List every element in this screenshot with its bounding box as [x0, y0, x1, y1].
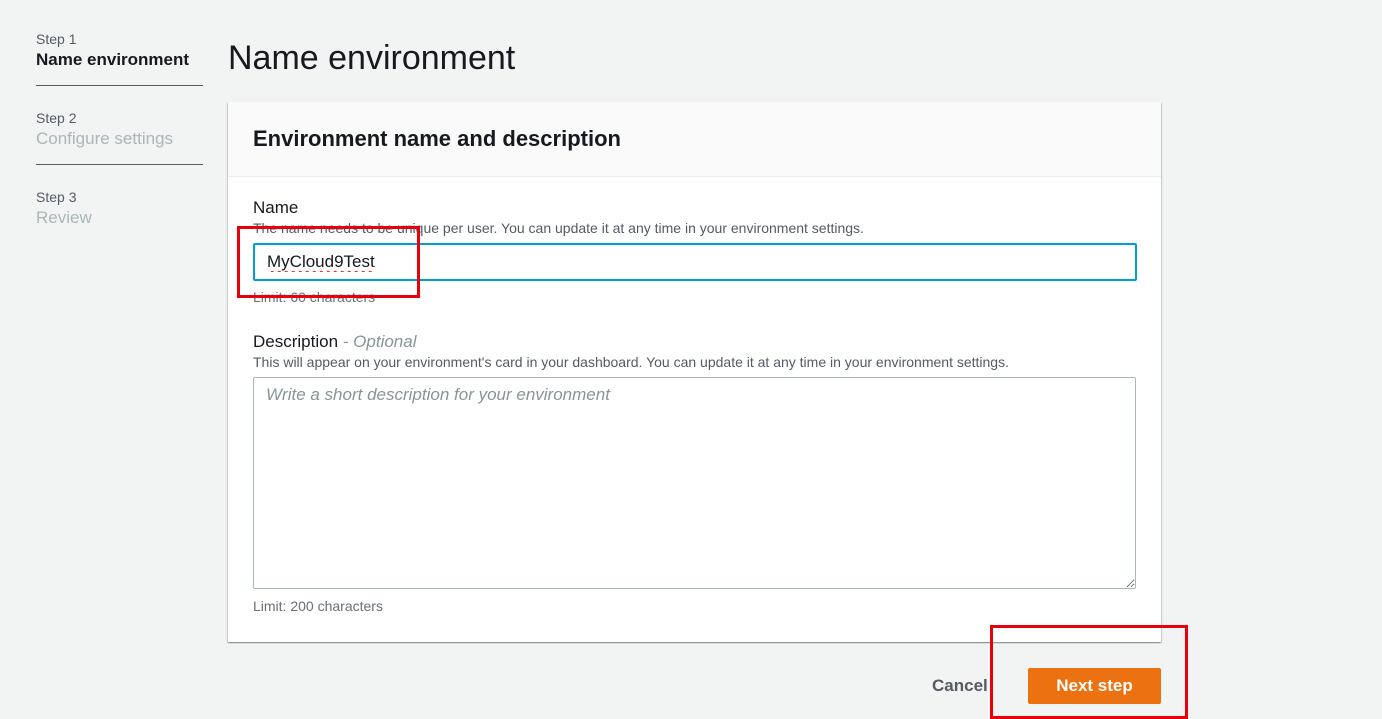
- name-limit-hint: Limit: 60 characters: [253, 289, 376, 305]
- wizard-steps-nav: Step 1 Name environment Step 2 Configure…: [36, 30, 203, 266]
- name-label: Name: [253, 198, 299, 217]
- optional-tag: - Optional: [342, 332, 417, 351]
- description-limit-hint: Limit: 200 characters: [253, 598, 383, 614]
- cancel-button[interactable]: Cancel: [918, 670, 1002, 702]
- step-number: Step 3: [36, 189, 77, 205]
- wizard-step-1: Step 1 Name environment: [36, 30, 203, 86]
- card-title: Environment name and description: [253, 126, 621, 151]
- description-textarea[interactable]: [253, 377, 1136, 589]
- wizard-step-3[interactable]: Step 3 Review: [36, 188, 203, 243]
- description-label-row: Description - Optional: [253, 331, 1136, 353]
- card-body: Name The name needs to be unique per use…: [228, 177, 1161, 615]
- name-form-field: Name The name needs to be unique per use…: [253, 197, 1137, 306]
- step-title: Review: [36, 208, 92, 227]
- step-number: Step 1: [36, 31, 77, 47]
- wizard-step-2[interactable]: Step 2 Configure settings: [36, 109, 203, 165]
- description-form-field: Description - Optional This will appear …: [253, 331, 1136, 615]
- next-step-button[interactable]: Next step: [1028, 668, 1161, 704]
- page-title: Name environment: [228, 39, 516, 77]
- name-description: The name needs to be unique per user. Yo…: [253, 220, 864, 236]
- name-input[interactable]: [253, 243, 1137, 281]
- step-title: Configure settings: [36, 129, 174, 148]
- step-number: Step 2: [36, 110, 77, 126]
- description-help-text: This will appear on your environment's c…: [253, 354, 1009, 370]
- step-title: Name environment: [36, 50, 190, 69]
- environment-details-card: Environment name and description Name Th…: [228, 102, 1161, 642]
- card-header: Environment name and description: [228, 102, 1161, 177]
- description-label: Description: [253, 332, 339, 351]
